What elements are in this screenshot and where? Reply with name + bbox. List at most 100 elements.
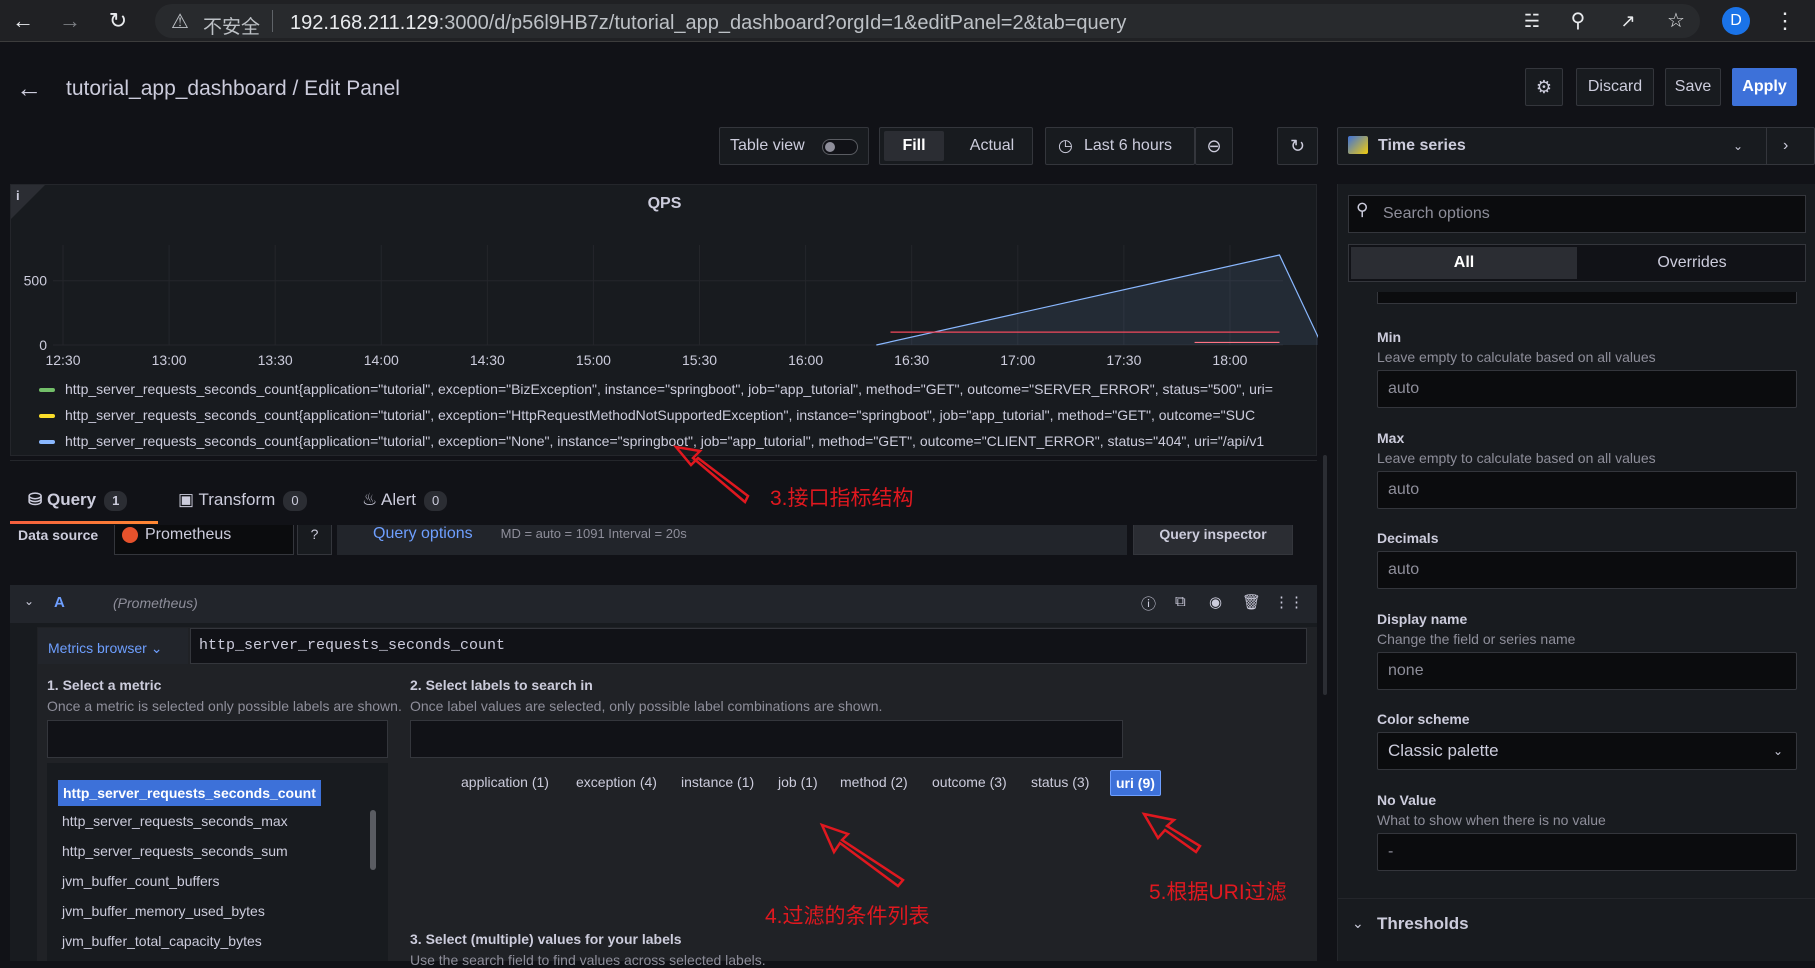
more-vert-icon[interactable]: ⋮ xyxy=(1770,6,1800,36)
metric-item[interactable]: jvm_buffer_total_capacity_bytes xyxy=(62,933,262,949)
translate-icon[interactable]: ☵ xyxy=(1517,6,1547,36)
color-scheme-label: Color scheme xyxy=(1377,711,1470,727)
label-chip[interactable]: outcome (3) xyxy=(927,770,1012,794)
prometheus-icon xyxy=(122,527,138,543)
step3-title: 3. Select (multiple) values for your lab… xyxy=(410,931,682,947)
label-chip[interactable]: exception (4) xyxy=(571,770,662,794)
zoom-out-icon[interactable]: ⊖ xyxy=(1195,127,1233,165)
refresh-icon[interactable]: ↻ xyxy=(1277,127,1318,165)
label-chip[interactable]: method (2) xyxy=(835,770,913,794)
metric-item[interactable]: jvm_buffer_memory_used_bytes xyxy=(62,903,265,919)
metric-item-selected[interactable]: http_server_requests_seconds_count xyxy=(58,780,321,806)
table-view-label: Table view xyxy=(730,137,805,154)
max-input[interactable]: auto xyxy=(1377,471,1797,509)
time-series-icon xyxy=(1348,136,1368,154)
query-inspector-button[interactable]: Query inspector xyxy=(1133,525,1293,555)
legend-item[interactable]: http_server_requests_seconds_count{appli… xyxy=(39,381,1309,397)
x-tick-label: 17:30 xyxy=(1106,352,1141,368)
trash-icon[interactable]: 🗑 xyxy=(1242,593,1261,611)
metric-search-input[interactable] xyxy=(47,720,388,758)
tab-alert[interactable]: ♨ Alert 0 xyxy=(362,490,448,511)
metrics-browser-label: Metrics browser xyxy=(48,640,147,656)
x-tick-label: 17:00 xyxy=(1000,352,1035,368)
address-divider xyxy=(272,10,273,32)
help-icon[interactable]: ⓘ xyxy=(1141,593,1156,614)
no-value-label: No Value xyxy=(1377,792,1437,808)
forward-arrow-icon[interactable]: → xyxy=(55,6,85,36)
save-button[interactable]: Save xyxy=(1665,68,1721,106)
url-path: :3000/d/p56l9HB7z/tutorial_app_dashboard… xyxy=(438,12,1127,34)
drag-handle-icon[interactable]: ⋮⋮ xyxy=(1274,593,1304,611)
fill-actual-group: Fill Actual xyxy=(879,127,1033,165)
divider xyxy=(10,460,1317,461)
reload-icon[interactable]: ↻ xyxy=(103,6,133,36)
thresholds-header[interactable]: Thresholds xyxy=(1377,914,1469,934)
query-input[interactable]: http_server_requests_seconds_count xyxy=(190,628,1307,664)
min-input[interactable]: auto xyxy=(1377,370,1797,408)
settings-gear-icon[interactable]: ⚙ xyxy=(1525,68,1563,106)
panel-preview: i QPS 12:30 13:00 13:30 14:00 14:30 15:00 15:3… xyxy=(10,184,1318,456)
label-chip[interactable]: application (1) xyxy=(456,770,554,794)
legend-text: http_server_requests_seconds_count{appli… xyxy=(65,407,1256,423)
display-name-input[interactable]: none xyxy=(1377,652,1797,690)
profile-avatar[interactable]: D xyxy=(1722,7,1750,35)
back-arrow-icon[interactable]: ← xyxy=(16,73,42,104)
legend-item[interactable]: http_server_requests_seconds_count{appli… xyxy=(39,433,1309,449)
legend-text: http_server_requests_seconds_count{appli… xyxy=(65,433,1265,449)
metrics-browser-button[interactable]: Metrics browser ⌄ xyxy=(38,628,188,664)
color-scheme-select[interactable]: Classic palette ⌄ xyxy=(1377,732,1797,770)
metric-item[interactable]: http_server_requests_seconds_sum xyxy=(62,843,288,859)
search-options-input[interactable]: Search options xyxy=(1348,195,1806,233)
chevron-right-icon[interactable]: › xyxy=(1783,128,1788,164)
scrollbar[interactable] xyxy=(370,810,376,870)
chevron-down-icon[interactable]: ⌄ xyxy=(1352,915,1364,932)
label-chip-selected[interactable]: uri (9) xyxy=(1110,770,1161,796)
query-options-label: Query options xyxy=(373,525,473,542)
edit-panel-header: ← tutorial_app_dashboard / Edit Panel ⚙ … xyxy=(0,43,1815,133)
address-bar[interactable]: ⚠ 不安全 192.168.211.129:3000/d/p56l9HB7z/t… xyxy=(155,4,1700,38)
no-value-input[interactable]: - xyxy=(1377,833,1797,871)
label-chip[interactable]: status (3) xyxy=(1026,770,1094,794)
series-area xyxy=(876,255,1318,345)
label-chip[interactable]: instance (1) xyxy=(676,770,759,794)
label-search-input[interactable] xyxy=(410,720,1123,758)
eye-icon[interactable]: ◉ xyxy=(1209,593,1222,611)
apply-button[interactable]: Apply xyxy=(1732,68,1797,106)
star-icon[interactable]: ☆ xyxy=(1661,6,1691,36)
tab-all[interactable]: All xyxy=(1351,247,1577,279)
actual-option[interactable]: Actual xyxy=(960,128,1024,164)
help-icon[interactable]: ? xyxy=(297,525,332,555)
zoom-icon[interactable]: ⚲ xyxy=(1563,6,1593,36)
url-host: 192.168.211.129 xyxy=(290,12,439,34)
metric-item[interactable]: http_server_requests_seconds_max xyxy=(62,813,288,829)
step1-title: 1. Select a metric xyxy=(47,677,162,693)
discard-button[interactable]: Discard xyxy=(1576,68,1654,106)
y-tick-label: 0 xyxy=(39,337,47,353)
scrollbar[interactable] xyxy=(1323,455,1327,695)
visualization-picker[interactable]: Time series ⌄ › xyxy=(1337,127,1815,165)
table-view-toggle[interactable]: Table view xyxy=(719,127,869,165)
x-tick-label: 14:30 xyxy=(470,352,505,368)
chevron-down-icon[interactable]: ⌄ xyxy=(24,594,34,608)
back-arrow-icon[interactable]: ← xyxy=(8,6,38,36)
ref-id[interactable]: A xyxy=(54,594,65,611)
chevron-down-icon: ⌄ xyxy=(1733,139,1744,153)
time-range-picker[interactable]: ◷ Last 6 hours ⌄ xyxy=(1045,127,1206,165)
x-tick-label: 16:00 xyxy=(788,352,823,368)
tab-transform[interactable]: ▣ Transform 0 xyxy=(178,490,307,511)
fill-option[interactable]: Fill xyxy=(884,131,944,161)
datasource-picker[interactable]: Prometheus xyxy=(114,525,294,555)
metric-item[interactable]: jvm_buffer_count_buffers xyxy=(62,873,219,889)
share-icon[interactable]: ↗ xyxy=(1613,6,1643,36)
tab-overrides[interactable]: Overrides xyxy=(1579,247,1805,279)
label-chip[interactable]: job (1) xyxy=(773,770,823,794)
decimals-input[interactable]: auto xyxy=(1377,551,1797,589)
x-tick-label: 18:00 xyxy=(1212,352,1247,368)
legend-item[interactable]: http_server_requests_seconds_count{appli… xyxy=(39,407,1309,423)
duplicate-icon[interactable]: ⧉ xyxy=(1175,593,1186,610)
legend-swatch xyxy=(39,388,55,393)
x-tick-label: 16:30 xyxy=(894,352,929,368)
query-options[interactable]: Query options MD = auto = 1091 Interval =… xyxy=(337,525,1127,555)
display-name-desc: Change the field or series name xyxy=(1377,631,1576,647)
tab-query[interactable]: ⛁ Query 1 xyxy=(28,490,128,511)
